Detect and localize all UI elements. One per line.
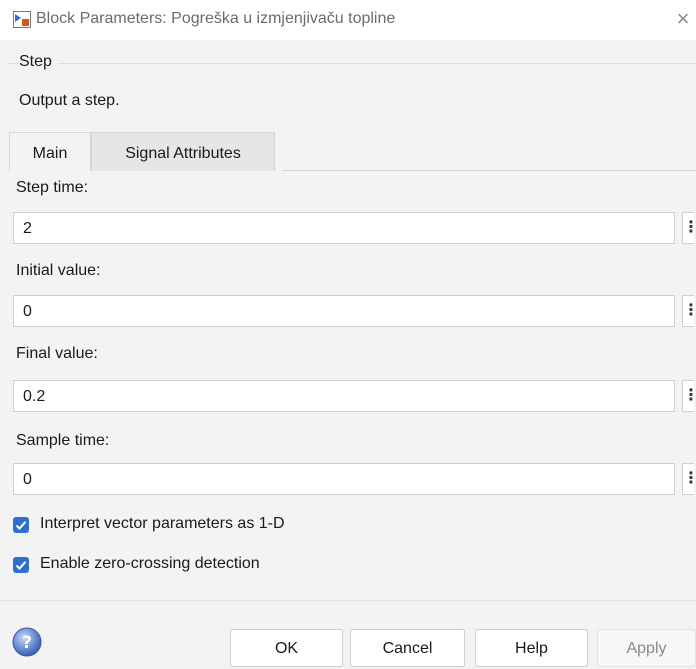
dialog-body: Step Output a step. Main Signal Attribut… (0, 40, 696, 669)
block-description: Output a step. (19, 92, 120, 109)
ok-button[interactable]: OK (230, 629, 343, 667)
more-options-icon[interactable]: ⋮ (682, 295, 696, 327)
sample-time-input[interactable]: 0 (13, 463, 675, 495)
sample-time-label: Sample time: (16, 432, 110, 449)
help-question-icon[interactable]: ? (11, 626, 43, 658)
tab-main[interactable]: Main (9, 132, 91, 171)
title-bar: Block Parameters: Pogreška u izmjenjivač… (0, 0, 696, 40)
tab-signal-attributes[interactable]: Signal Attributes (91, 132, 275, 171)
footer-divider (0, 600, 696, 601)
help-button[interactable]: Help (475, 629, 588, 667)
final-value-label: Final value: (16, 345, 98, 362)
group-divider (8, 63, 696, 64)
more-options-icon[interactable]: ⋮ (682, 463, 696, 495)
more-options-icon[interactable]: ⋮ (682, 380, 696, 412)
tab-divider (282, 170, 696, 171)
final-value-input[interactable]: 0.2 (13, 380, 675, 412)
window-title: Block Parameters: Pogreška u izmjenjivač… (36, 10, 396, 27)
cancel-button[interactable]: Cancel (350, 629, 465, 667)
interpret-vector-label: Interpret vector parameters as 1-D (40, 515, 285, 532)
checkmark-icon (15, 561, 27, 570)
zero-crossing-checkbox[interactable] (13, 557, 29, 573)
close-icon[interactable]: × (672, 6, 694, 32)
step-time-label: Step time: (16, 179, 89, 196)
tab-bar: Main Signal Attributes (9, 132, 696, 171)
step-time-input[interactable]: 2 (13, 212, 675, 244)
zero-crossing-label: Enable zero-crossing detection (40, 555, 260, 572)
simulink-block-icon (13, 11, 31, 28)
more-options-icon[interactable]: ⋮ (682, 212, 696, 244)
apply-button[interactable]: Apply (597, 629, 696, 667)
initial-value-label: Initial value: (16, 262, 101, 279)
initial-value-input[interactable]: 0 (13, 295, 675, 327)
checkmark-icon (15, 521, 27, 530)
interpret-vector-checkbox[interactable] (13, 517, 29, 533)
block-type-label: Step (19, 53, 58, 71)
svg-text:?: ? (22, 633, 32, 653)
